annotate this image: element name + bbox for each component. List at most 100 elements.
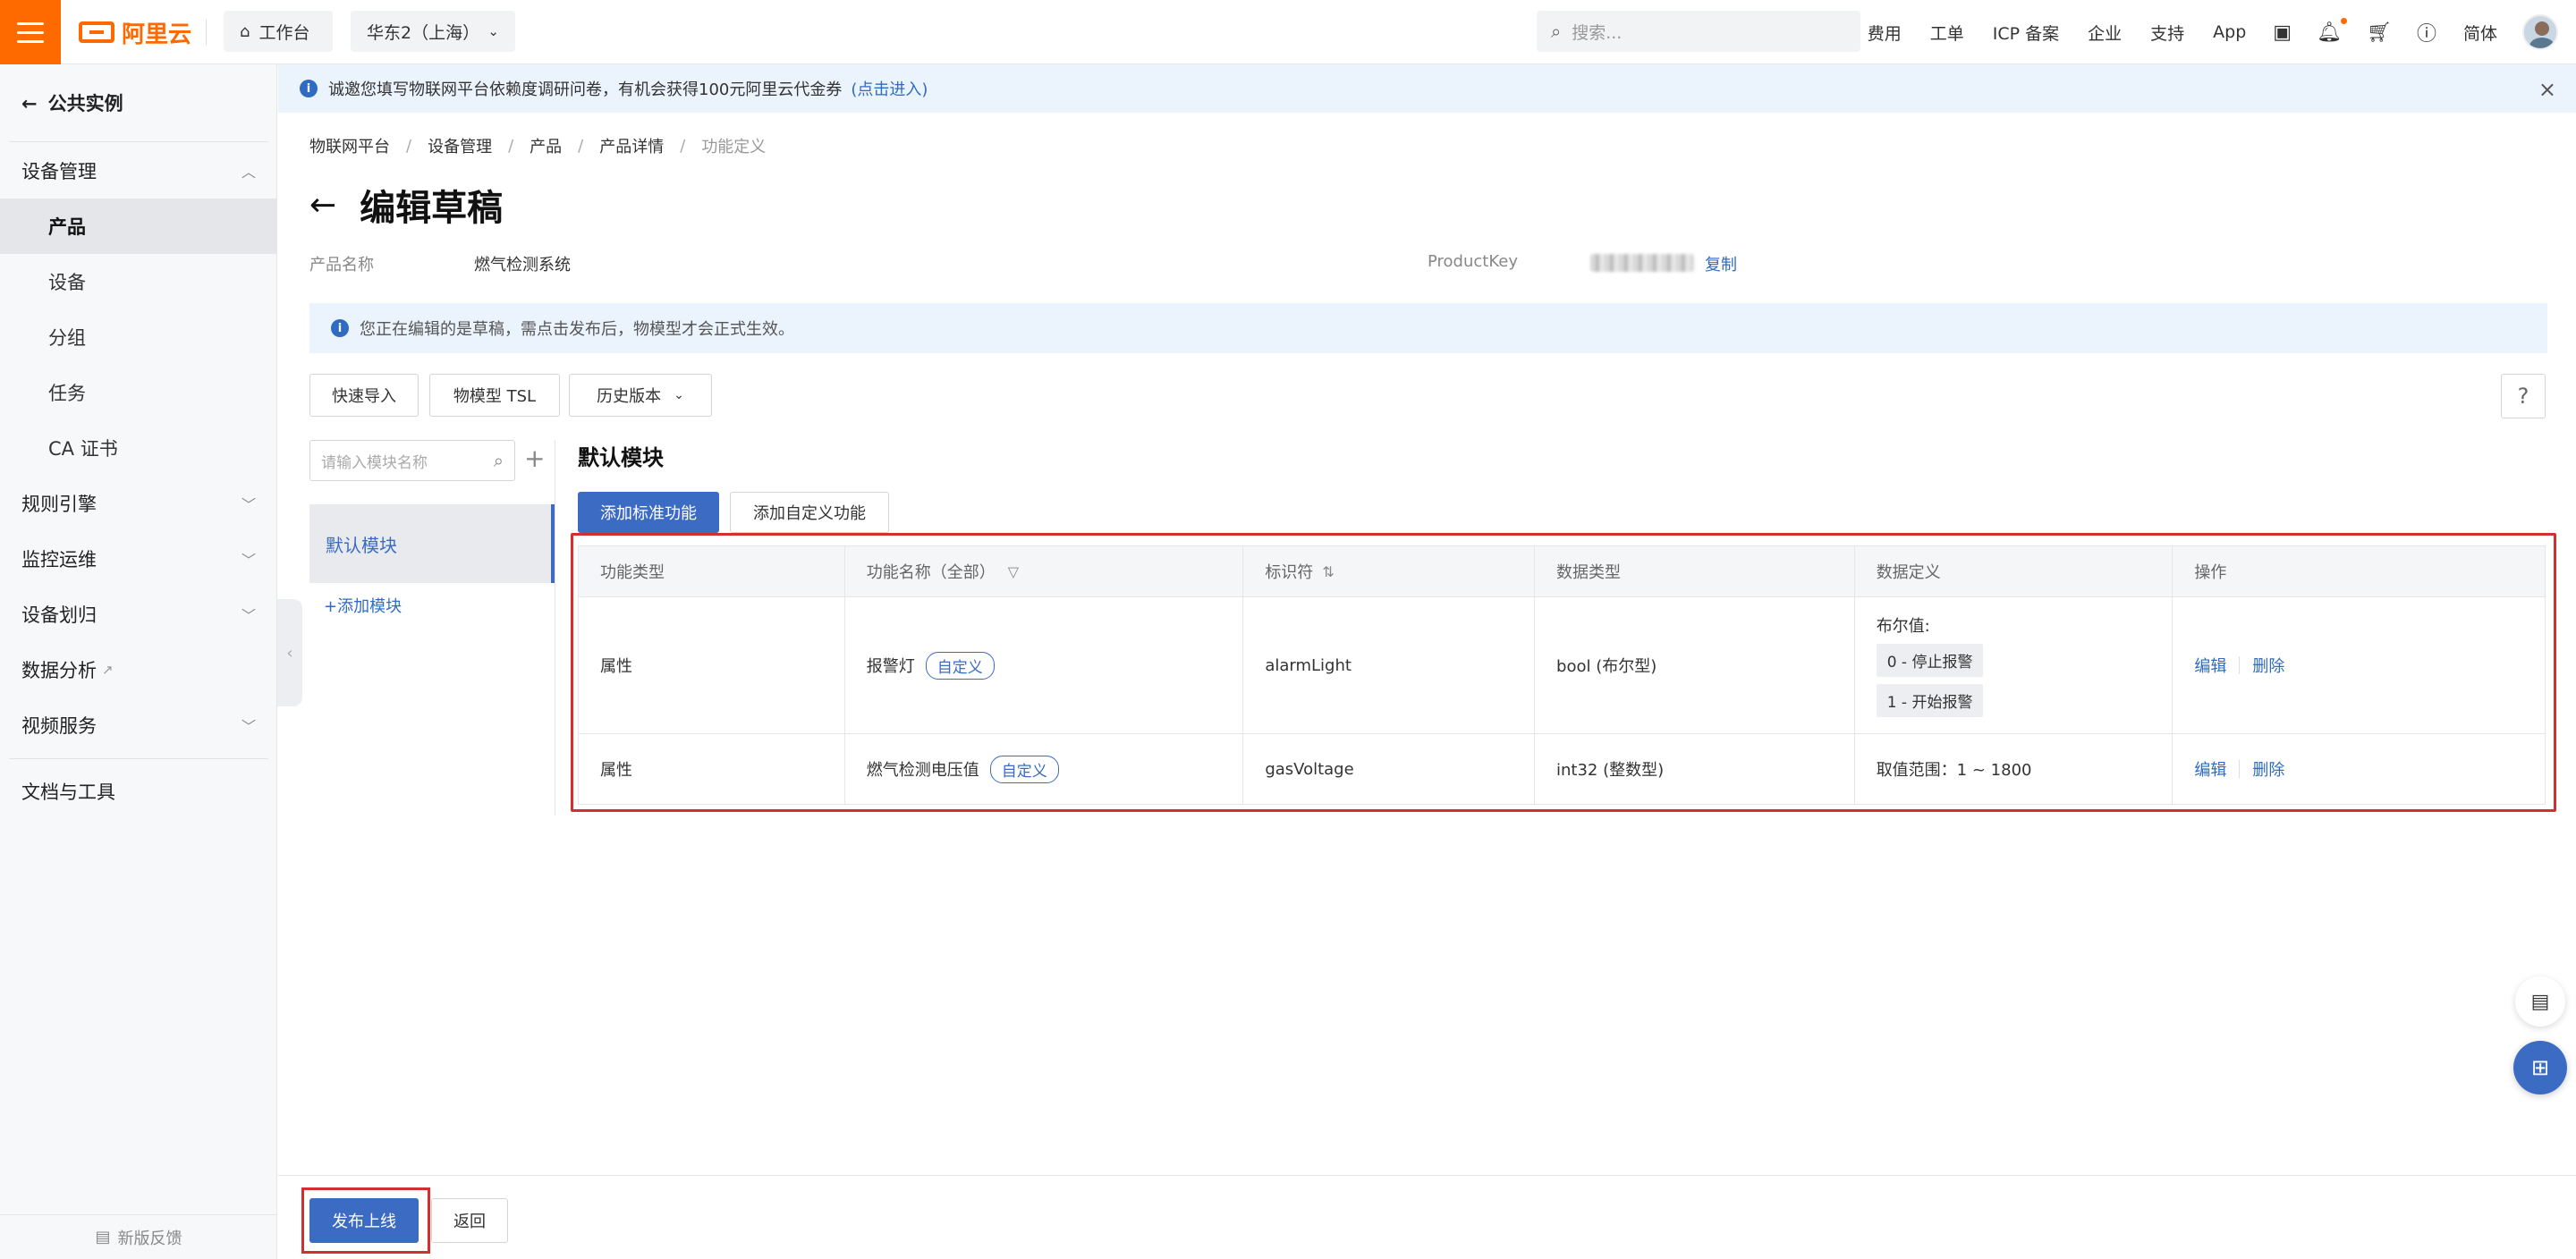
copy-product-key-link[interactable]: 复制: [1705, 252, 1737, 275]
cell-identifier: alarmLight: [1243, 597, 1536, 733]
chevron-down-icon: ﹀: [241, 496, 256, 513]
sidebar-group-device-management[interactable]: 设备管理 ︿: [0, 143, 277, 199]
chat-icon[interactable]: ▤: [2515, 976, 2565, 1027]
breadcrumb-iot-platform[interactable]: 物联网平台: [309, 134, 390, 157]
filter-icon[interactable]: ▽: [1008, 563, 1019, 580]
feedback-button[interactable]: ▤ 新版反馈: [0, 1214, 277, 1259]
module-item-default[interactable]: 默认模块: [309, 504, 555, 583]
divider: [206, 20, 207, 45]
enum-value-chip: 0 - 停止报警: [1876, 644, 1984, 677]
product-key-value-redacted: [1590, 254, 1694, 272]
bottom-action-bar: [278, 1175, 2576, 1259]
sidebar-item-ca-cert[interactable]: CA 证书: [0, 420, 277, 476]
back-to-public-instance[interactable]: ← 公共实例: [21, 89, 123, 116]
col-actions: 操作: [2173, 546, 2545, 596]
sidebar-item-device[interactable]: 设备: [0, 254, 277, 309]
col-identifier: 标识符 ⇅: [1243, 546, 1536, 596]
sidebar-collapse-handle[interactable]: ‹: [277, 599, 302, 706]
product-name-label: 产品名称: [309, 256, 374, 275]
top-bar: 阿里云 ⌂ 工作台 华东2（上海） ⌄ ⌕ 搜索... 费用 工单 ICP 备案…: [0, 0, 2576, 64]
sidebar-group-rules[interactable]: 规则引擎 ﹀: [0, 476, 277, 531]
col-feature-name: 功能名称（全部） ▽: [844, 546, 1244, 596]
nav-ticket[interactable]: 工单: [1930, 21, 1964, 45]
edit-link[interactable]: 编辑: [2194, 757, 2226, 781]
language-switch[interactable]: 简体: [2463, 21, 2497, 45]
divider: [9, 758, 268, 759]
notification-dot: [2341, 17, 2348, 24]
cell-type: 属性: [579, 597, 845, 733]
col-feature-type: 功能类型: [579, 546, 845, 596]
nav-icp[interactable]: ICP 备案: [1993, 21, 2059, 45]
sidebar-group-monitor[interactable]: 监控运维 ﹀: [0, 531, 277, 587]
arrow-left-icon: ←: [21, 93, 38, 114]
chevron-down-icon: ﹀: [241, 718, 256, 735]
sort-icon[interactable]: ⇅: [1322, 563, 1334, 580]
region-selector[interactable]: 华东2（上海） ⌄: [351, 11, 515, 52]
info-icon: i: [300, 80, 318, 97]
help-icon[interactable]: ⓘ: [2417, 18, 2436, 46]
history-version-dropdown[interactable]: 历史版本 ⌄: [569, 374, 712, 417]
module-title: 默认模块: [578, 445, 664, 470]
cell-data-type: bool (布尔型): [1535, 597, 1855, 733]
terminal-icon[interactable]: ▣: [2273, 21, 2292, 44]
custom-tag: 自定义: [989, 755, 1059, 783]
sidebar-group-data-analysis[interactable]: 数据分析 ↗: [0, 642, 277, 697]
edit-link[interactable]: 编辑: [2194, 654, 2226, 677]
nav-enterprise[interactable]: 企业: [2088, 21, 2122, 45]
close-icon[interactable]: ×: [2538, 77, 2556, 102]
chevron-down-icon: ﹀: [241, 607, 256, 624]
workbench-button[interactable]: ⌂ 工作台: [224, 11, 333, 52]
chevron-down-icon: ﹀: [241, 552, 256, 569]
cell-type: 属性: [579, 734, 845, 804]
back-button[interactable]: 返回: [431, 1198, 508, 1243]
module-search-input[interactable]: 请输入模块名称 ⌕: [309, 440, 515, 481]
enum-value-chip: 1 - 开始报警: [1876, 684, 1984, 717]
breadcrumb-current: 功能定义: [701, 138, 767, 156]
sidebar: ← 公共实例 设备管理 ︿ 产品 设备 分组 任务 CA 证书 规则引擎 ﹀ 监控…: [0, 64, 277, 1259]
cell-data-definition: 取值范围：1 ~ 1800: [1855, 734, 2174, 804]
sidebar-group-video[interactable]: 视频服务 ﹀: [0, 697, 277, 753]
global-search-input[interactable]: ⌕ 搜索...: [1537, 11, 1860, 52]
logo-mark-icon: [79, 21, 114, 43]
search-icon: ⌕: [493, 450, 504, 471]
nav-billing[interactable]: 费用: [1868, 21, 1902, 45]
nav-support[interactable]: 支持: [2150, 21, 2184, 45]
info-icon: i: [331, 319, 349, 337]
chevron-down-icon: ⌄: [487, 23, 499, 39]
add-custom-feature-button[interactable]: 添加自定义功能: [730, 492, 889, 533]
cell-identifier: gasVoltage: [1243, 734, 1536, 804]
page-title: ← 编辑草稿: [309, 186, 504, 230]
sidebar-item-group[interactable]: 分组: [0, 309, 277, 365]
chevron-left-icon: ‹: [286, 643, 293, 663]
aliyun-logo[interactable]: 阿里云: [79, 16, 191, 48]
feedback-icon: ▤: [95, 1228, 111, 1246]
publish-button[interactable]: 发布上线: [309, 1198, 419, 1243]
add-module-plus-icon[interactable]: +: [524, 444, 545, 473]
apps-grid-icon[interactable]: ⊞: [2513, 1041, 2567, 1094]
delete-link[interactable]: 删除: [2252, 654, 2284, 677]
cart-icon[interactable]: 🛒︎: [2367, 21, 2392, 44]
sidebar-group-device-assign[interactable]: 设备划归 ﹀: [0, 587, 277, 642]
add-module-link[interactable]: +添加模块: [324, 594, 402, 617]
cell-actions: 编辑 删除: [2173, 734, 2545, 804]
breadcrumb-product-detail[interactable]: 产品详情: [599, 134, 664, 157]
breadcrumb-product[interactable]: 产品: [530, 134, 562, 157]
avatar[interactable]: [2522, 14, 2558, 50]
back-arrow-icon[interactable]: ←: [309, 187, 336, 224]
survey-link[interactable]: (点击进入): [851, 77, 928, 100]
sidebar-item-task[interactable]: 任务: [0, 365, 277, 420]
breadcrumb-device-mgmt[interactable]: 设备管理: [428, 134, 492, 157]
tsl-button[interactable]: 物模型 TSL: [429, 374, 560, 417]
menu-icon[interactable]: [0, 0, 61, 64]
sidebar-item-product[interactable]: 产品: [0, 199, 277, 254]
draft-tip: i 您正在编辑的是草稿，需点击发布后，物模型才会正式生效。: [309, 303, 2547, 353]
top-nav: 费用 工单 ICP 备案 企业 支持 App ▣ 🔔︎ 🛒︎ ⓘ 简体: [1853, 0, 2576, 64]
add-standard-feature-button[interactable]: 添加标准功能: [578, 492, 719, 533]
home-icon: ⌂: [240, 21, 250, 41]
sidebar-group-docs[interactable]: 文档与工具: [0, 764, 277, 819]
delete-link[interactable]: 删除: [2252, 757, 2284, 781]
bell-icon[interactable]: 🔔︎: [2317, 17, 2348, 44]
quick-import-button[interactable]: 快速导入: [309, 374, 419, 417]
help-question-icon[interactable]: ?: [2501, 374, 2546, 418]
nav-app[interactable]: App: [2213, 22, 2246, 42]
